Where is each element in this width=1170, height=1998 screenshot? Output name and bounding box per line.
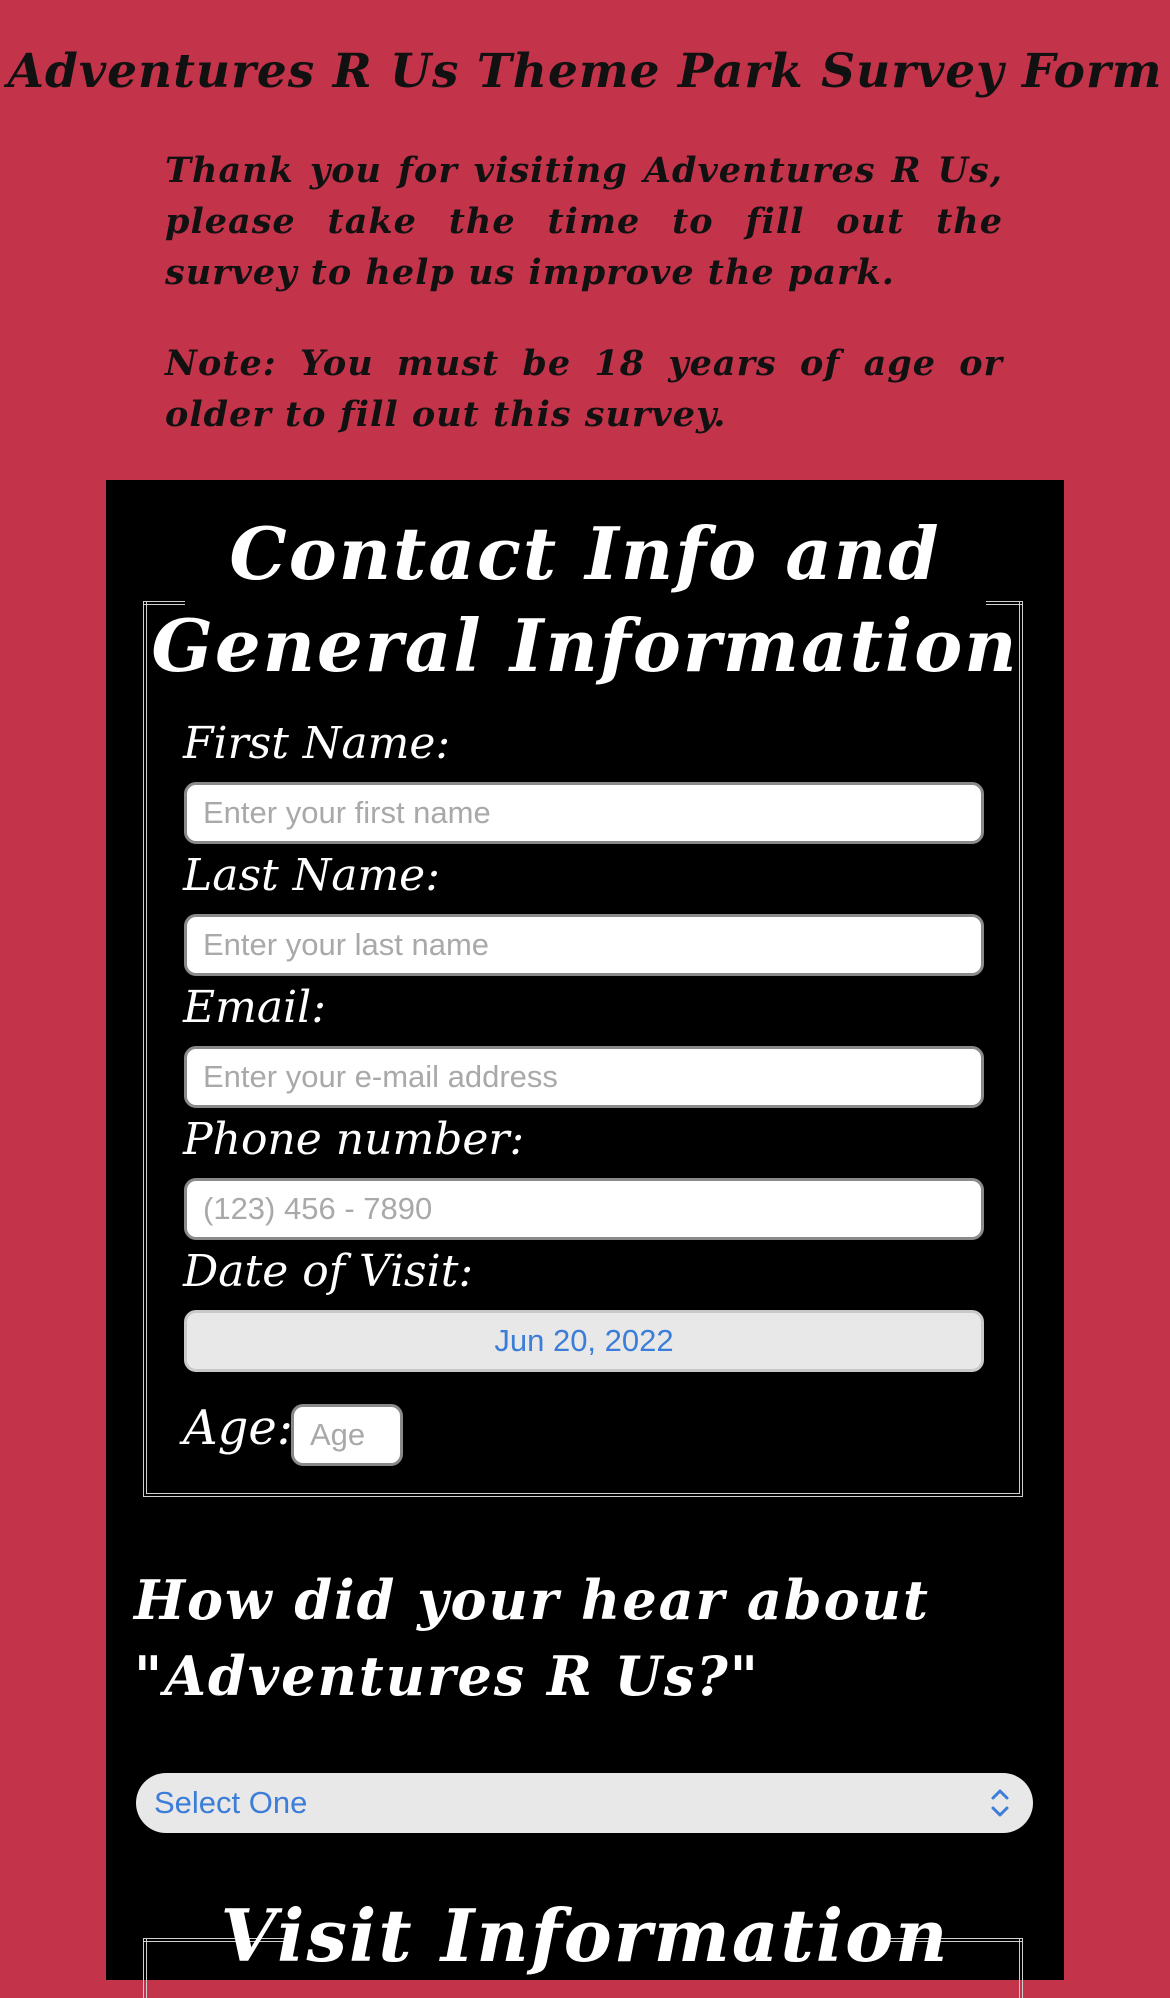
- referral-question-line2: "Adventures R Us?": [134, 1644, 760, 1708]
- contact-legend-line2: General Information: [151, 603, 1019, 688]
- referral-select-value: Select One: [154, 1785, 308, 1820]
- age-note: Note: You must be 18 years of age or old…: [165, 343, 1003, 435]
- survey-form: Contact Info and General Information Fir…: [106, 480, 1064, 1998]
- intro-text: Thank you for visiting Adventures R Us, …: [165, 150, 1003, 293]
- age-label: Age:: [183, 1400, 293, 1456]
- visit-legend: Visit Information: [220, 1893, 950, 1978]
- page-title: Adventures R Us Theme Park Survey Form: [7, 44, 1163, 99]
- first-name-input[interactable]: [184, 782, 984, 844]
- referral-question: How did your hear about "Adventures R Us…: [134, 1562, 1014, 1714]
- contact-legend-line1: Contact Info and: [229, 511, 941, 596]
- phone-label: Phone number:: [183, 1114, 525, 1165]
- chevron-up-down-icon: [991, 1789, 1009, 1817]
- contact-legend: Contact Info and General Information: [106, 508, 1064, 692]
- first-name-label: First Name:: [183, 718, 451, 769]
- age-input[interactable]: [291, 1404, 403, 1466]
- referral-question-line1: How did your hear about: [134, 1568, 930, 1632]
- date-of-visit-input[interactable]: Jun 20, 2022: [184, 1310, 984, 1372]
- last-name-label: Last Name:: [183, 850, 441, 901]
- phone-input[interactable]: [184, 1178, 984, 1240]
- referral-select[interactable]: Select One: [136, 1773, 1033, 1833]
- last-name-input[interactable]: [184, 914, 984, 976]
- email-label: Email:: [183, 982, 327, 1033]
- date-label: Date of Visit:: [183, 1246, 474, 1297]
- email-input[interactable]: [184, 1046, 984, 1108]
